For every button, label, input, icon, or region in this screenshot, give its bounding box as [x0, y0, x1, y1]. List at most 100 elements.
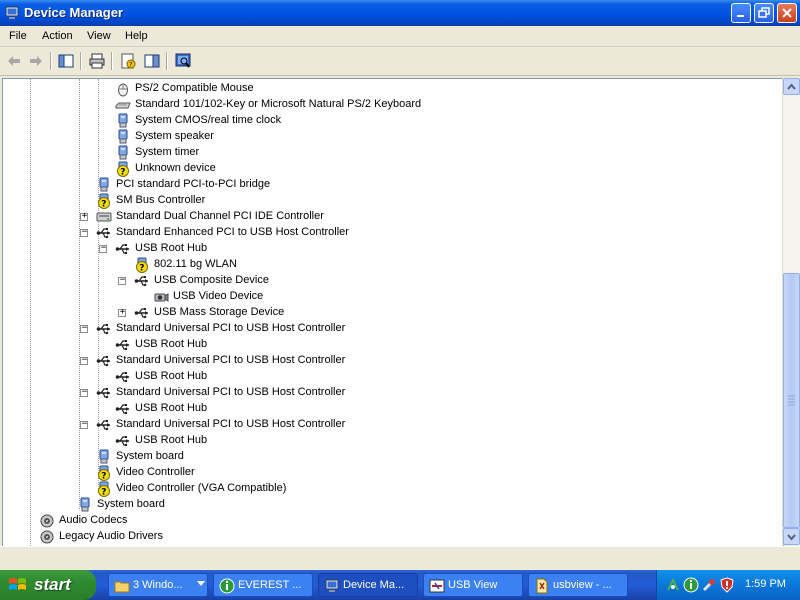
tree-item[interactable]: USB Root Hub: [3, 337, 773, 353]
collapse-button[interactable]: −: [80, 387, 88, 397]
collapse-button[interactable]: −: [80, 419, 88, 429]
maximize-button[interactable]: [754, 3, 774, 23]
taskbar-button[interactable]: EVEREST ...: [213, 573, 313, 597]
collapse-button[interactable]: −: [99, 243, 107, 253]
security-shield-icon[interactable]: [719, 577, 735, 593]
taskbar-button-label: Device Ma...: [343, 579, 405, 591]
tree-item[interactable]: USB Video Device: [3, 289, 773, 305]
tree-item[interactable]: ? Video Controller: [3, 465, 773, 481]
tree-item[interactable]: PCI standard PCI-to-PCI bridge: [3, 177, 773, 193]
taskbar-button-label: EVEREST ...: [238, 579, 302, 591]
chevron-down-icon: [787, 534, 796, 541]
device-tree[interactable]: PS/2 Compatible Mouse Standard 101/102-Ke…: [2, 78, 784, 547]
menu-help[interactable]: Help: [125, 30, 148, 42]
tree-item[interactable]: ? Video Controller (VGA Compatible): [3, 481, 773, 497]
taskbar-button[interactable]: 3 Windo...: [108, 573, 208, 597]
expand-button[interactable]: +: [118, 307, 126, 317]
tree-item-label: Legacy Audio Drivers: [59, 530, 163, 542]
scroll-down-button[interactable]: [783, 528, 800, 545]
warning-device-icon: ?: [98, 481, 110, 497]
tree-item[interactable]: ? Unknown device: [3, 161, 773, 177]
minus-icon: −: [100, 243, 107, 253]
tree-item[interactable]: ? 802.11 bg WLAN: [3, 257, 773, 273]
menu-view[interactable]: View: [87, 30, 111, 42]
collapse-button[interactable]: −: [80, 355, 88, 365]
warning-device-icon: ?: [98, 465, 110, 481]
system-device-icon: [80, 497, 90, 512]
tree-item-label: Standard Universal PCI to USB Host Contr…: [116, 418, 346, 430]
everest-icon: [219, 578, 235, 594]
tree-item-label: USB Root Hub: [135, 370, 208, 382]
expand-button[interactable]: +: [80, 211, 88, 221]
start-button[interactable]: start: [0, 570, 96, 600]
minimize-button[interactable]: [731, 3, 751, 23]
tree-item[interactable]: System board: [3, 497, 773, 513]
tree-item-label: USB Composite Device: [154, 274, 269, 286]
tree-item[interactable]: USB Root Hub: [3, 369, 773, 385]
usb-icon: [115, 244, 129, 255]
tree-item[interactable]: System board: [3, 449, 773, 465]
taskbar-button[interactable]: USB View: [423, 573, 523, 597]
tree-item[interactable]: − Standard Universal PCI to USB Host Cont…: [3, 321, 773, 337]
scroll-thumb[interactable]: [783, 273, 800, 528]
tree-item[interactable]: Audio Codecs: [3, 513, 773, 529]
title-bar[interactable]: Device Manager: [0, 0, 800, 26]
collapse-button[interactable]: −: [80, 227, 88, 237]
tree-item[interactable]: − USB Root Hub: [3, 241, 773, 257]
tree-item-label: SM Bus Controller: [116, 194, 206, 206]
close-button[interactable]: [777, 3, 797, 23]
tree-item[interactable]: System speaker: [3, 129, 773, 145]
taskbar-button[interactable]: usbview - ...: [528, 573, 628, 597]
tree-item[interactable]: − Standard Universal PCI to USB Host Cont…: [3, 417, 773, 433]
audio-icon: [40, 530, 54, 544]
tree-item-label: Standard Universal PCI to USB Host Contr…: [116, 354, 346, 366]
plus-icon: +: [119, 307, 126, 317]
document-icon: [536, 578, 548, 594]
back-icon[interactable]: [5, 52, 23, 70]
help-icon[interactable]: [143, 52, 161, 70]
tool-icon[interactable]: [701, 577, 717, 593]
taskbar-button[interactable]: Device Ma...: [318, 573, 418, 597]
svg-text:?: ?: [120, 168, 125, 177]
collapse-button[interactable]: −: [118, 275, 126, 285]
tree-item[interactable]: USB Root Hub: [3, 433, 773, 449]
tree-item[interactable]: Standard 101/102-Key or Microsoft Natura…: [3, 97, 773, 113]
tree-item[interactable]: − Standard Universal PCI to USB Host Cont…: [3, 385, 773, 401]
clock: 1:59 PM: [745, 578, 786, 590]
tree-item[interactable]: USB Root Hub: [3, 401, 773, 417]
tree-item[interactable]: PS/2 Compatible Mouse: [3, 81, 773, 97]
tree-item-label: Standard Universal PCI to USB Host Contr…: [116, 322, 346, 334]
network-icon[interactable]: [665, 577, 681, 593]
tree-item[interactable]: + Standard Dual Channel PCI IDE Controlle…: [3, 209, 773, 225]
info-icon[interactable]: [683, 577, 699, 593]
svg-text:?: ?: [139, 264, 144, 273]
forward-icon[interactable]: [27, 52, 45, 70]
tree-item[interactable]: − Standard Enhanced PCI to USB Host Contr…: [3, 225, 773, 241]
tree-item[interactable]: + USB Mass Storage Device: [3, 305, 773, 321]
scan-hardware-icon[interactable]: [174, 52, 192, 70]
tree-item-label: USB Video Device: [173, 290, 264, 302]
print-icon[interactable]: [88, 52, 106, 70]
chevron-down-icon: [197, 581, 205, 586]
warning-device-icon: ?: [117, 161, 129, 177]
tree-item-label: USB Root Hub: [135, 242, 208, 254]
close-icon: [782, 8, 792, 18]
svg-text:?: ?: [101, 472, 106, 481]
tree-item-label: Standard Dual Channel PCI IDE Controller: [116, 210, 324, 222]
properties-icon[interactable]: ?: [119, 52, 137, 70]
menu-file[interactable]: File: [9, 30, 27, 42]
show-hide-tree-icon[interactable]: [57, 52, 75, 70]
toolbar: ?: [0, 47, 800, 76]
tree-item[interactable]: ? SM Bus Controller: [3, 193, 773, 209]
tree-item[interactable]: − USB Composite Device: [3, 273, 773, 289]
scroll-up-button[interactable]: [783, 78, 800, 95]
tree-item[interactable]: − Standard Universal PCI to USB Host Cont…: [3, 353, 773, 369]
restore-icon: [758, 7, 770, 18]
vertical-scrollbar[interactable]: [782, 78, 800, 545]
tree-item[interactable]: System timer: [3, 145, 773, 161]
menu-action[interactable]: Action: [42, 30, 73, 42]
tree-item[interactable]: System CMOS/real time clock: [3, 113, 773, 129]
collapse-button[interactable]: −: [80, 323, 88, 333]
usb-icon: [115, 372, 129, 383]
tree-item[interactable]: Legacy Audio Drivers: [3, 529, 773, 545]
